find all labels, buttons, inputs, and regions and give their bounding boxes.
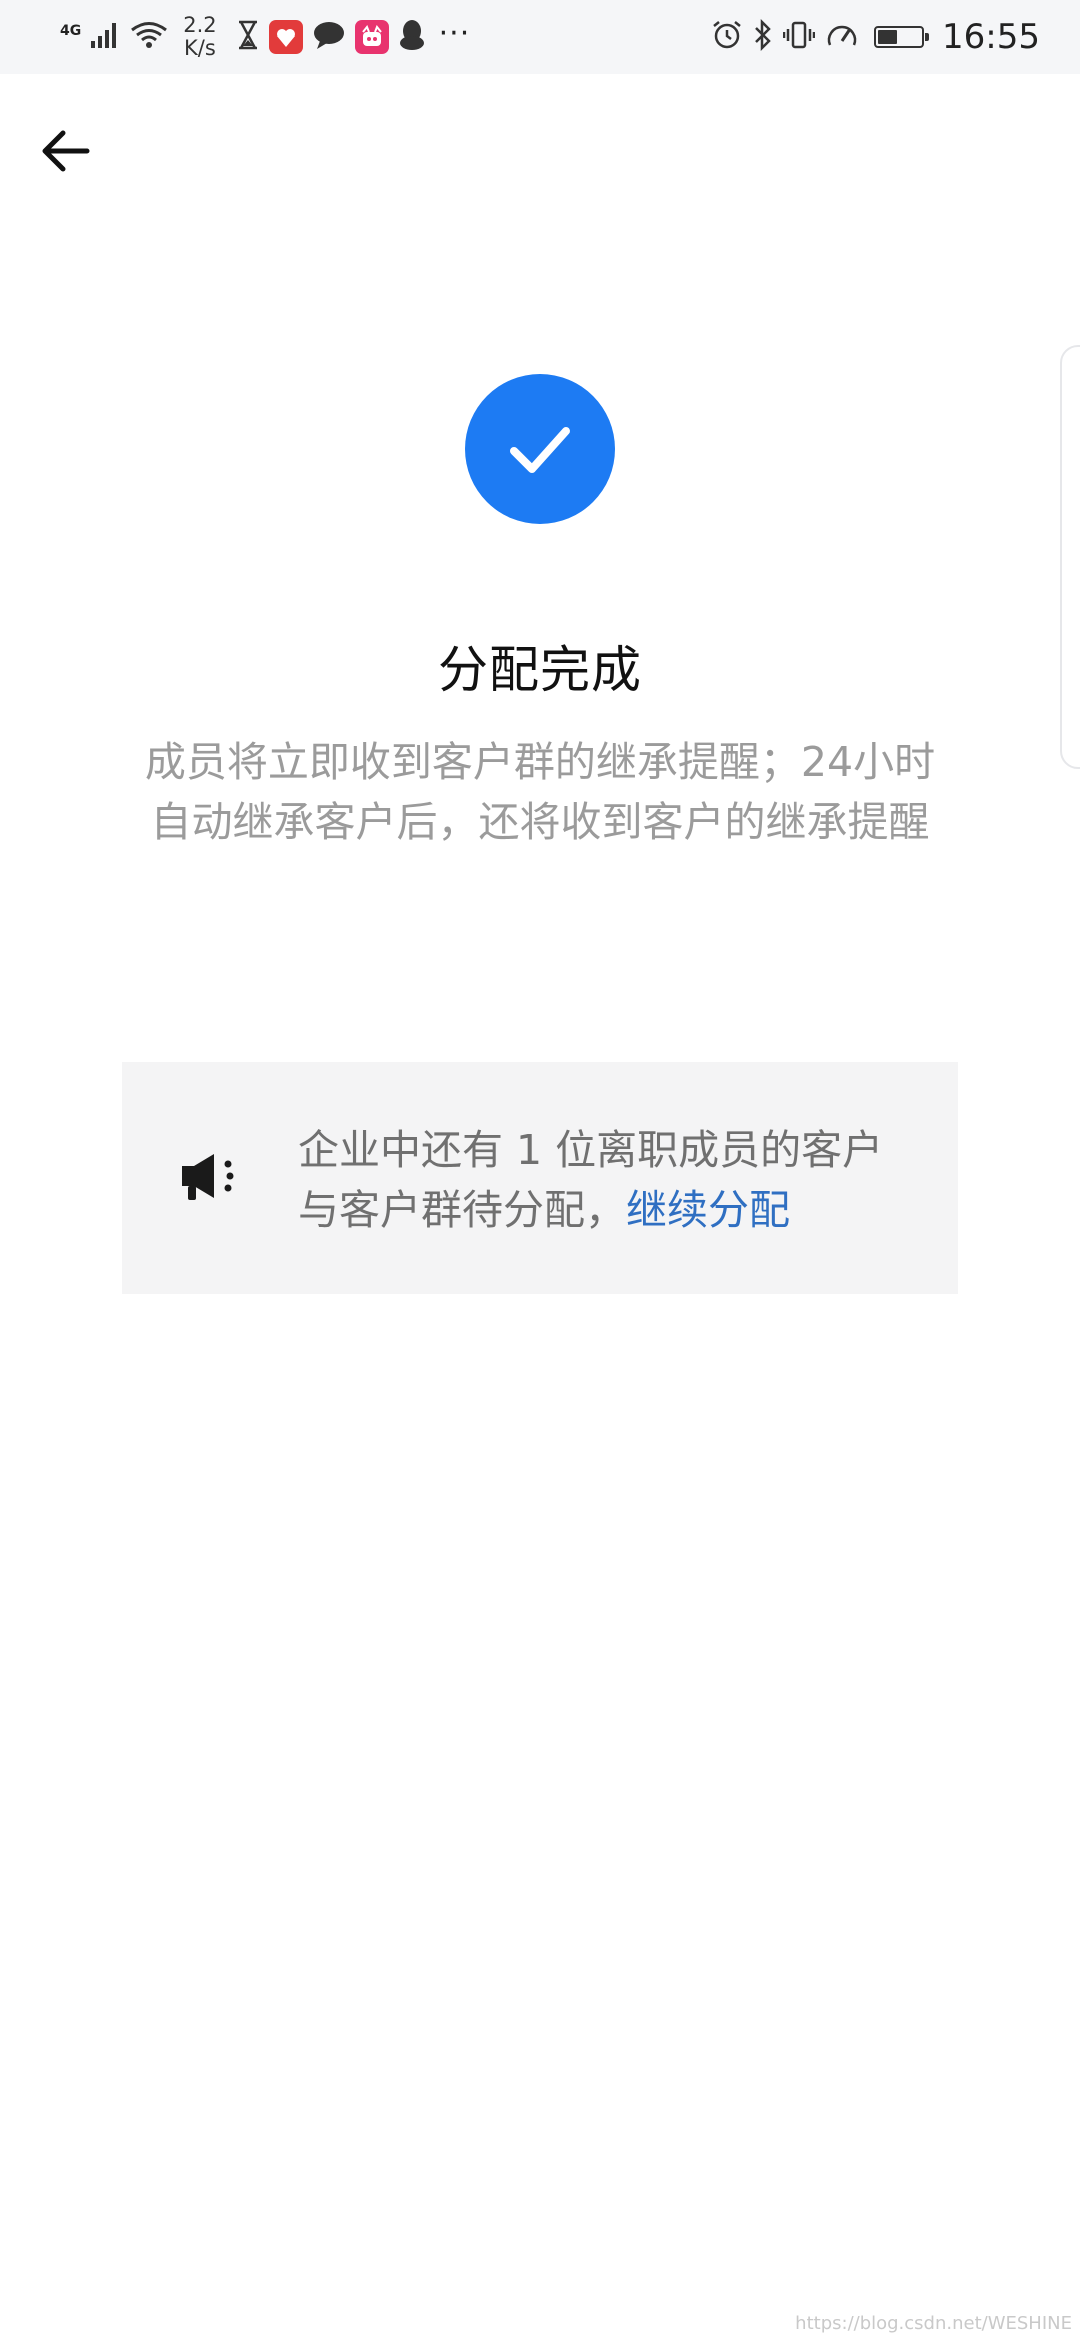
screen: 4G 2.2 K/s ··· 16:55 分配完成 成员将立即收到客户群的继承提… [0, 0, 1080, 2340]
bluetooth-icon [753, 18, 773, 55]
speed-unit: K/s [184, 36, 216, 60]
floating-edge-handle[interactable] [1060, 345, 1080, 769]
speedometer-icon [825, 19, 859, 55]
shopping-app-icon [354, 20, 389, 54]
penguin-icon [398, 19, 426, 55]
status-left: 4G 2.2 K/s ··· [60, 12, 470, 62]
back-arrow-icon [42, 130, 90, 172]
network-type: 4G [60, 23, 82, 39]
pending-allocation-notice: 企业中还有 1 位离职成员的客户与客户群待分配，继续分配 [122, 1062, 958, 1294]
success-check-icon [465, 374, 615, 524]
status-right: 16:55 [706, 12, 1040, 62]
signal-icon [90, 21, 120, 53]
app-notification-icon [268, 20, 303, 54]
notice-message: 企业中还有 1 位离职成员的客户与客户群待分配， [298, 1126, 884, 1234]
alarm-icon [711, 19, 743, 55]
page-title: 分配完成 [438, 641, 642, 699]
more-notifications-icon: ··· [438, 15, 471, 51]
battery-level [878, 30, 897, 44]
megaphone-icon [178, 1148, 248, 1208]
vibrate-icon [782, 19, 816, 55]
status-bar: 4G 2.2 K/s ··· 16:55 [0, 0, 1080, 74]
network-speed: 2.2 K/s [183, 14, 216, 60]
completion-description: 成员将立即收到客户群的继承提醒；24小时自动继承客户后，还将收到客户的继承提醒 [144, 738, 936, 846]
wifi-icon [130, 21, 168, 53]
battery-icon [874, 26, 930, 48]
continue-allocate-link[interactable]: 继续分配 [626, 1186, 790, 1234]
hourglass-icon [236, 20, 260, 54]
chat-bubble-icon [312, 20, 346, 54]
watermark: https://blog.csdn.net/WESHINE [795, 2313, 1072, 2334]
back-button[interactable] [30, 116, 100, 186]
notice-text: 企业中还有 1 位离职成员的客户与客户群待分配，继续分配 [298, 1120, 918, 1240]
clock: 16:55 [942, 17, 1040, 57]
speed-value: 2.2 [183, 13, 217, 37]
